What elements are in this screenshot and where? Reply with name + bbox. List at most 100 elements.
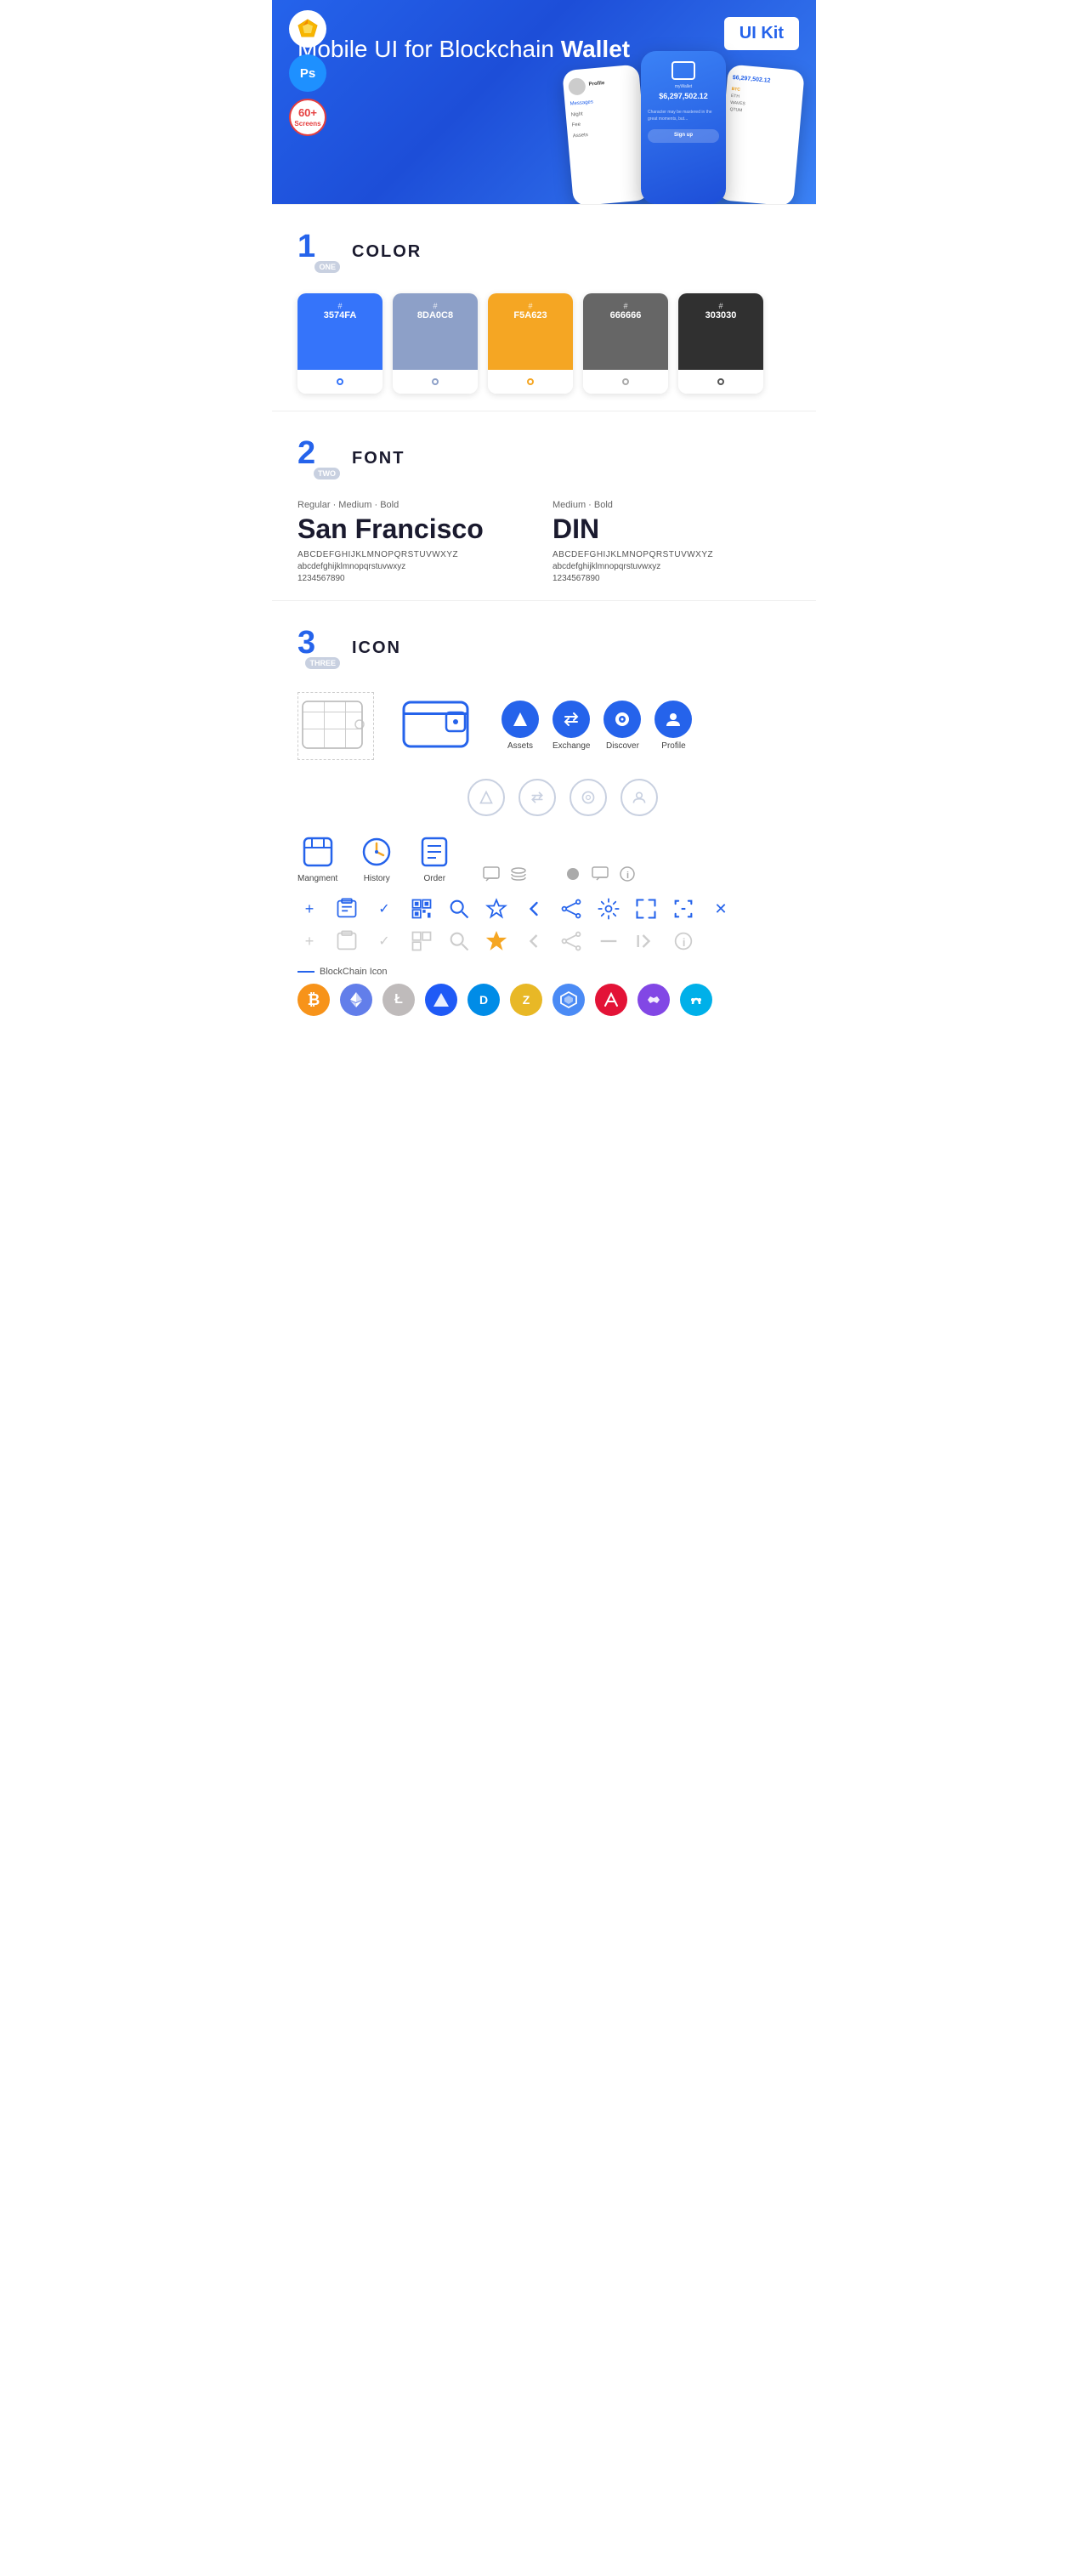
din-numbers: 1234567890 xyxy=(552,574,790,583)
blockchain-text: BlockChain Icon xyxy=(320,967,388,977)
clipboard-icon-gray xyxy=(335,929,359,953)
din-style: Medium · Bold xyxy=(552,500,790,510)
order-icon-group: Order xyxy=(416,833,453,883)
profile-icon-filled xyxy=(654,701,692,738)
bottom-nav-icons: Mangment History Order xyxy=(298,833,790,883)
search-icon[interactable] xyxy=(447,897,471,921)
phone-center-content: myWallet $6,297,502.12 Character may be … xyxy=(648,61,719,143)
qr-icon[interactable] xyxy=(410,897,434,921)
clipboard-icon[interactable] xyxy=(335,897,359,921)
sub-three: THREE xyxy=(305,657,340,669)
management-icon xyxy=(299,833,337,871)
discover-icon-outline xyxy=(570,779,607,816)
check-icon[interactable]: ✓ xyxy=(372,897,396,921)
history-label: History xyxy=(364,874,390,883)
color-section: 1 ONE COLOR # 3574FA # 8DA0C8 # F5A623 xyxy=(272,205,816,411)
phone-right-content: $6,297,502.12 BTC ETH WAVES QTUM xyxy=(729,73,799,119)
swatch-dark: # 303030 xyxy=(678,293,763,394)
wallet-icons-row: Assets Exchange xyxy=(298,689,790,762)
toolbar-icons-blue: + ✓ ✕ xyxy=(298,897,790,921)
phone-mockup-center: myWallet $6,297,502.12 Character may be … xyxy=(641,51,726,204)
plus-icon-gray: + xyxy=(298,929,321,953)
profile-icon-outline xyxy=(620,779,658,816)
expand-icon[interactable] xyxy=(634,897,658,921)
sf-name: San Francisco xyxy=(298,513,536,545)
screens-badge: 60+ Screens xyxy=(289,99,326,136)
sub-one: ONE xyxy=(314,261,340,273)
sf-uppercase: ABCDEFGHIJKLMNOPQRSTUVWXYZ xyxy=(298,550,536,559)
plus-icon[interactable]: + xyxy=(298,897,321,921)
history-icon-group: History xyxy=(358,833,395,883)
icon-title: ICON xyxy=(352,638,401,658)
order-icon xyxy=(416,833,453,871)
assets-icon-group: Assets xyxy=(502,701,539,751)
management-label: Mangment xyxy=(298,874,337,883)
nav-icons-outline xyxy=(298,779,790,816)
hero-section: Mobile UI for Blockchain Wallet UI Kit P… xyxy=(272,0,816,204)
wallet-filled-svg xyxy=(400,689,476,757)
transform-icon[interactable] xyxy=(672,897,695,921)
phone-mockup-left: Profile Messages Night Fee Assets xyxy=(562,65,650,204)
redo-icon-gray xyxy=(634,929,658,953)
star-icon-orange xyxy=(484,929,508,953)
ps-badge: Ps xyxy=(289,54,326,92)
star-icon[interactable] xyxy=(484,897,508,921)
back-icon-gray xyxy=(522,929,546,953)
hero-badges: Ps 60+ Screens xyxy=(289,10,326,136)
exchange-label: Exchange xyxy=(552,741,590,751)
blockchain-section: BlockChain Icon ₿ Ł D xyxy=(298,967,790,1016)
check-icon-gray: ✓ xyxy=(372,929,396,953)
font-sf: Regular · Medium · Bold San Francisco AB… xyxy=(298,500,536,583)
section-number-2: 2 TWO xyxy=(298,437,340,479)
sf-style: Regular · Medium · Bold xyxy=(298,500,536,510)
circle-icon xyxy=(564,865,582,883)
sf-numbers: 1234567890 xyxy=(298,574,536,583)
layers-icon xyxy=(509,865,528,883)
font-title: FONT xyxy=(352,449,405,468)
icon-section: 3 THREE ICON xyxy=(272,601,816,1041)
waves-icon xyxy=(425,984,457,1016)
discover-label: Discover xyxy=(606,741,639,751)
discover-icon-group: Discover xyxy=(604,701,641,751)
matic-icon xyxy=(638,984,670,1016)
settings-icon[interactable] xyxy=(597,897,620,921)
back-icon[interactable] xyxy=(522,897,546,921)
number-1: 1 xyxy=(298,230,315,263)
assets-icon-filled xyxy=(502,701,539,738)
management-icon-group: Mangment xyxy=(298,833,337,883)
toolbar-icons-gray: + ✓ i xyxy=(298,929,790,953)
swatch-slate: # 8DA0C8 xyxy=(393,293,478,394)
din-lowercase: abcdefghijklmnopqrstuvwxyz xyxy=(552,562,790,571)
number-2: 2 xyxy=(298,437,315,469)
close-icon[interactable]: ✕ xyxy=(709,897,733,921)
share-icon[interactable] xyxy=(559,897,583,921)
number-3: 3 xyxy=(298,627,315,659)
color-swatches-container: # 3574FA # 8DA0C8 # F5A623 # 666666 xyxy=(298,293,790,394)
info-icon: i xyxy=(618,865,637,883)
section-number-1: 1 ONE xyxy=(298,230,340,273)
ps-label: Ps xyxy=(300,66,315,81)
color-section-header: 1 ONE COLOR xyxy=(298,230,790,273)
sketch-badge xyxy=(289,10,326,48)
share-icon-gray xyxy=(559,929,583,953)
profile-label: Profile xyxy=(661,741,685,751)
qr-icon-gray xyxy=(410,929,434,953)
speech-icon xyxy=(591,865,609,883)
zen-icon: Z xyxy=(510,984,542,1016)
eth-icon xyxy=(340,984,372,1016)
assets-icon-outline xyxy=(468,779,505,816)
sub-two: TWO xyxy=(314,468,340,479)
font-grid: Regular · Medium · Bold San Francisco AB… xyxy=(298,500,790,583)
nav-icons-filled: Assets Exchange xyxy=(502,701,692,751)
svg-text:i: i xyxy=(626,871,629,881)
wallet-filled-icon xyxy=(400,689,476,762)
din-name: DIN xyxy=(552,513,790,545)
exchange-icon-group: Exchange xyxy=(552,701,590,751)
icon-section-header: 3 THREE ICON xyxy=(298,627,790,669)
misc-icons-gray: i xyxy=(482,865,637,883)
blockchain-label: BlockChain Icon xyxy=(298,967,790,977)
assets-label: Assets xyxy=(507,741,533,751)
exchange-icon-filled xyxy=(552,701,590,738)
discover-icon-filled xyxy=(604,701,641,738)
info-icon-gray: i xyxy=(672,929,695,953)
